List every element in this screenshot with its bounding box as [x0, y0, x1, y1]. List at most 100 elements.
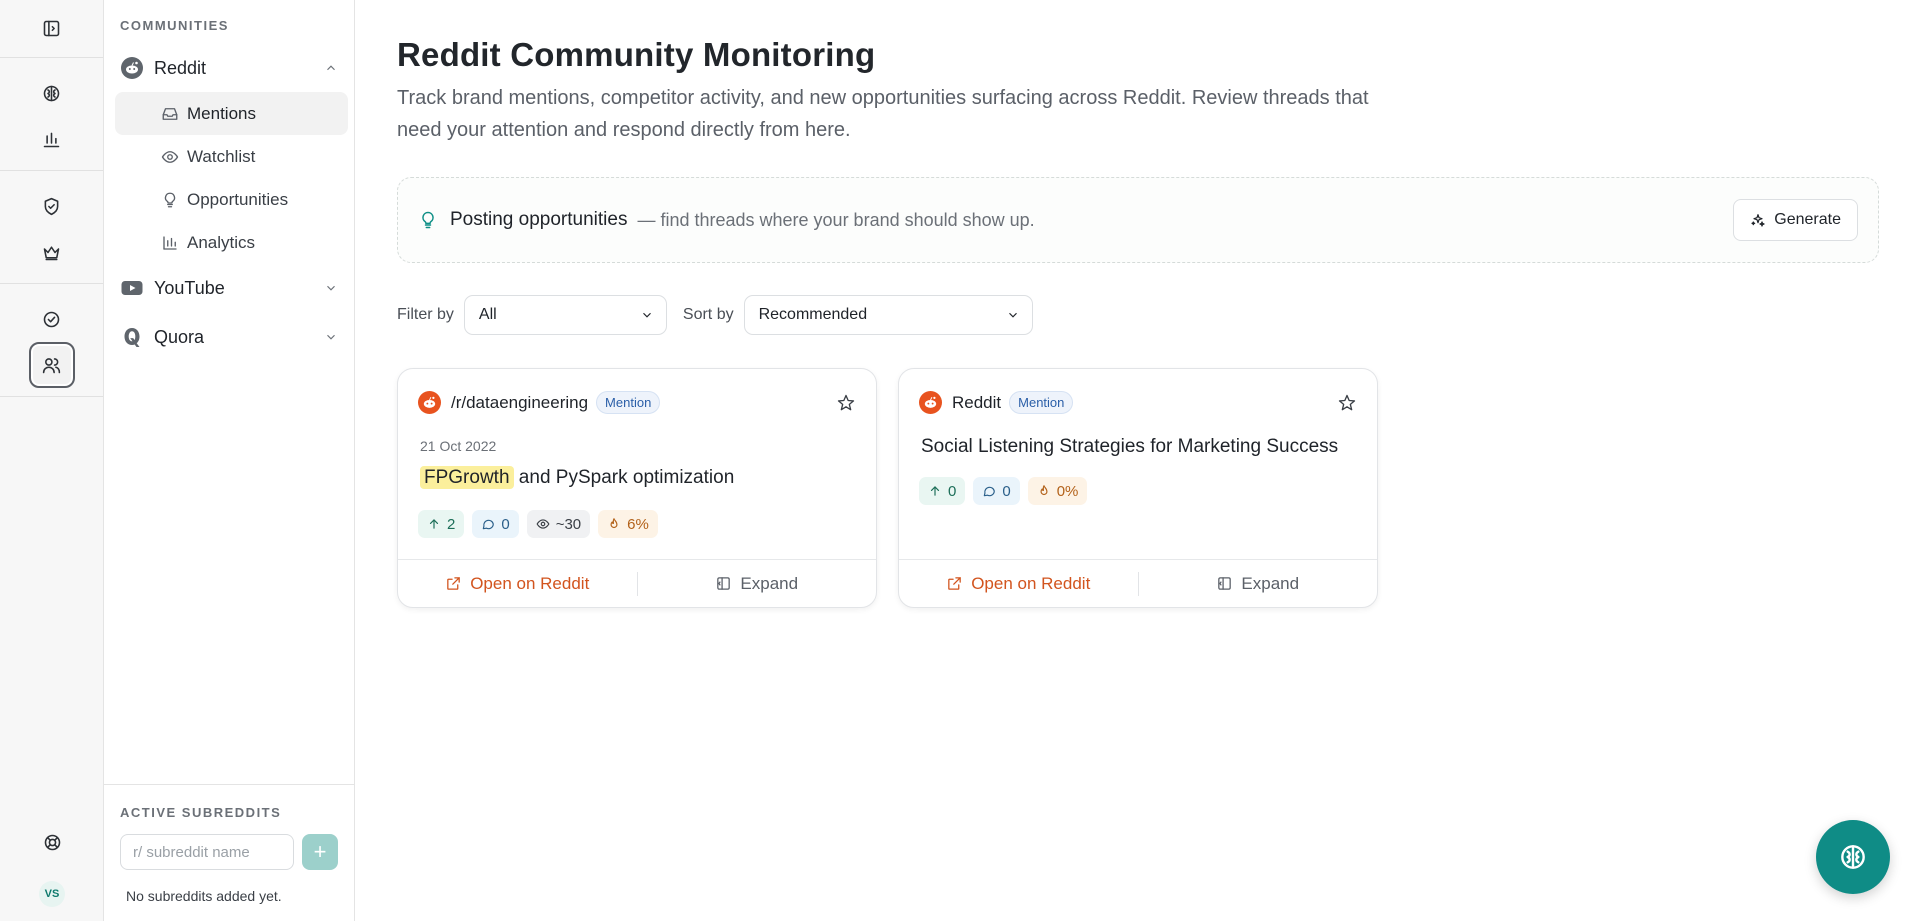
card-source[interactable]: Reddit — [952, 393, 1001, 413]
arrow-up-icon — [429, 519, 439, 529]
active-subreddits-panel: ACTIVE SUBREDDITS + No subreddits added … — [104, 784, 354, 921]
card-footer: Open on Reddit Expand — [398, 559, 876, 607]
expand-button[interactable]: Expand — [1139, 574, 1378, 594]
card-title-text: and PySpark optimization — [513, 467, 735, 488]
card-title[interactable]: Social Listening Strategies for Marketin… — [921, 436, 1338, 458]
filter-value: All — [478, 306, 497, 323]
rail-group-tasks — [0, 284, 103, 397]
subreddit-input[interactable] — [120, 834, 294, 870]
upvotes-stat: 2 — [418, 510, 465, 538]
views-stat: ~30 — [526, 510, 591, 538]
expand-label: Expand — [1241, 573, 1300, 593]
flame-icon — [610, 518, 618, 529]
open-on-reddit-label: Open on Reddit — [470, 573, 590, 593]
lifebuoy-icon[interactable] — [29, 819, 75, 865]
sidebar-item-watchlist[interactable]: Watchlist — [115, 135, 348, 178]
sidebar-item-opportunities[interactable]: Opportunities — [115, 178, 348, 221]
opportunities-title: Posting opportunities — [450, 209, 628, 230]
comments-count: 0 — [501, 515, 510, 533]
rail-top-group — [0, 0, 103, 58]
opportunities-subtitle: — find threads where your brand should s… — [637, 209, 1035, 230]
check-circle-icon[interactable] — [29, 296, 75, 342]
reddit-icon — [120, 56, 144, 80]
comments-stat: 0 — [973, 477, 1020, 505]
reddit-logo-icon — [919, 391, 942, 414]
star-icon[interactable] — [836, 393, 856, 413]
mention-badge: Mention — [1009, 391, 1074, 414]
comments-count: 0 — [1002, 482, 1011, 500]
sidebar-item-label: Watchlist — [187, 146, 256, 166]
sort-label: Sort by — [682, 306, 734, 323]
add-subreddit-button[interactable]: + — [302, 834, 338, 870]
chevron-down-icon — [1008, 312, 1017, 318]
card-source[interactable]: /r/dataengineering — [451, 393, 588, 413]
card-title[interactable]: FPGrowth and PySpark optimization — [420, 466, 735, 489]
brain-icon[interactable] — [29, 70, 75, 116]
mention-badge: Mention — [596, 391, 661, 414]
views-count: ~30 — [555, 515, 582, 533]
card-date: 21 Oct 2022 — [420, 438, 497, 454]
external-link-icon — [447, 577, 461, 590]
filter-select[interactable]: All — [463, 295, 667, 335]
expand-button[interactable]: Expand — [638, 574, 877, 594]
brain-icon — [1841, 845, 1865, 869]
star-icon[interactable] — [1337, 393, 1357, 413]
expand-label: Expand — [740, 573, 799, 593]
sidebar-item-analytics[interactable]: Analytics — [115, 221, 348, 264]
upvotes-stat: 0 — [919, 477, 966, 505]
comment-icon — [984, 486, 996, 497]
shield-check-icon[interactable] — [29, 183, 75, 229]
youtube-icon — [120, 276, 144, 300]
generate-button[interactable]: Generate — [1733, 199, 1858, 241]
reddit-logo-icon — [418, 391, 441, 414]
subreddit-input-row: + — [120, 834, 338, 870]
sidebar-toggle-icon[interactable] — [29, 6, 75, 52]
sidebar-item-label: Opportunities — [187, 189, 289, 209]
bar-chart-icon — [163, 235, 177, 250]
card-header: /r/dataengineering Mention — [418, 391, 856, 414]
posting-opportunities-banner: Posting opportunities — find threads whe… — [397, 177, 1879, 263]
community-youtube[interactable]: YouTube — [104, 268, 354, 308]
open-on-reddit-button[interactable]: Open on Reddit — [398, 574, 637, 594]
chevron-down-icon — [327, 285, 335, 291]
chevron-down-icon — [327, 334, 335, 340]
chevron-down-icon — [642, 312, 651, 318]
users-icon[interactable] — [28, 342, 75, 388]
sidebar-item-label: Mentions — [187, 103, 256, 123]
upvotes-count: 2 — [447, 515, 456, 533]
keyword-highlight: FPGrowth — [420, 466, 514, 489]
community-quora[interactable]: Quora — [104, 317, 354, 357]
sidebar-item-mentions[interactable]: Mentions — [115, 92, 348, 135]
assistant-fab-button[interactable] — [1816, 820, 1890, 894]
lightbulb-icon — [422, 211, 434, 229]
sparkles-icon — [1751, 214, 1765, 227]
chevron-up-icon — [327, 65, 335, 71]
card-stats: 2 0 ~30 6% — [418, 510, 658, 538]
sort-select[interactable]: Recommended — [743, 295, 1033, 335]
panel-expand-icon — [1218, 577, 1232, 590]
open-on-reddit-button[interactable]: Open on Reddit — [899, 574, 1138, 594]
reddit-subnav: Mentions Watchlist Opportunities Analyti… — [104, 92, 354, 264]
communities-list: Reddit Mentions Watchlist Opportunities … — [104, 48, 354, 357]
generate-button-label: Generate — [1774, 211, 1841, 228]
filter-label: Filter by — [397, 306, 454, 323]
community-label-youtube: YouTube — [154, 277, 225, 298]
communities-sidebar: COMMUNITIES Reddit Mentions Watchlist Op… — [104, 0, 355, 921]
page-description: Track brand mentions, competitor activit… — [397, 87, 1369, 141]
mention-card[interactable]: Reddit Mention Social Listening Strategi… — [898, 368, 1378, 608]
mention-card[interactable]: /r/dataengineering Mention 21 Oct 2022 F… — [397, 368, 877, 608]
filters-bar: Filter by All Sort by Recommended — [397, 295, 1033, 335]
empty-subreddits-text: No subreddits added yet. — [126, 888, 282, 904]
crown-icon[interactable] — [29, 229, 75, 275]
lightbulb-icon — [164, 192, 176, 207]
communities-label: COMMUNITIES — [120, 18, 229, 33]
panel-expand-icon — [717, 577, 731, 590]
community-reddit[interactable]: Reddit — [104, 48, 354, 88]
community-label-quora: Quora — [154, 326, 205, 347]
avatar[interactable]: VS — [39, 881, 65, 907]
engagement-value: 6% — [627, 515, 649, 533]
bar-chart-icon[interactable] — [29, 116, 75, 162]
card-stats: 0 0 0% — [919, 477, 1088, 505]
arrow-up-icon — [930, 486, 940, 496]
page-title: Reddit Community Monitoring — [397, 36, 876, 73]
